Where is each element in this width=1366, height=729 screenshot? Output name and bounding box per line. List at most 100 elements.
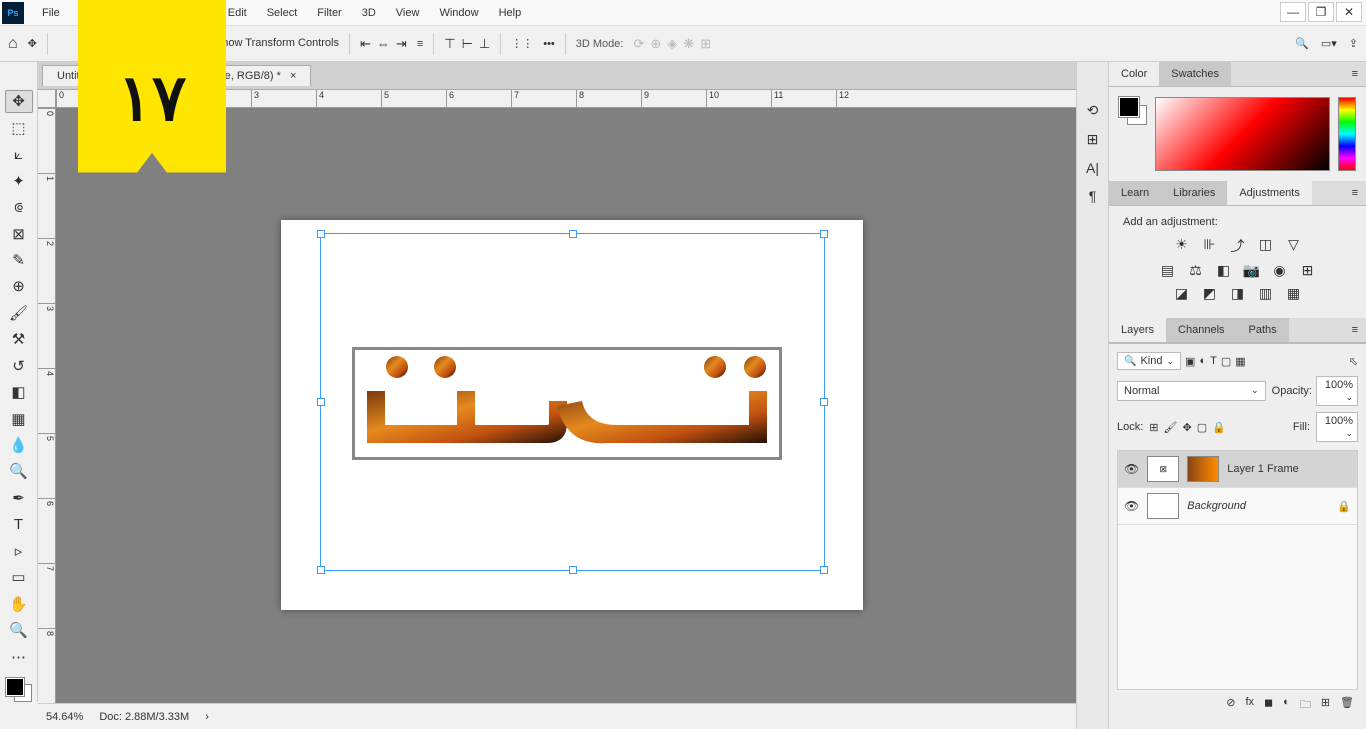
- canvas-area[interactable]: 0123456789101112 012345678: [38, 90, 1076, 703]
- transform-handle[interactable]: [317, 566, 325, 574]
- new-layer-icon[interactable]: ⊞: [1321, 696, 1330, 715]
- layer-name[interactable]: Background: [1187, 500, 1246, 512]
- align-right-icon[interactable]: ⇥: [396, 36, 407, 52]
- gradient-map-icon[interactable]: ▥: [1257, 285, 1275, 302]
- lock-artboard-icon[interactable]: ▢: [1197, 421, 1207, 434]
- foreground-background-colors[interactable]: [1119, 97, 1147, 125]
- filter-shape-icon[interactable]: ▢: [1221, 355, 1231, 368]
- photo-filter-icon[interactable]: 📷: [1243, 262, 1261, 279]
- align-extra-icon[interactable]: ≡: [417, 38, 423, 50]
- paragraph-icon[interactable]: ¶: [1089, 188, 1097, 204]
- curves-icon[interactable]: ⤴: [1229, 236, 1247, 256]
- threed-icon-1[interactable]: ⟳: [633, 36, 644, 52]
- properties-icon[interactable]: ⊞: [1087, 131, 1099, 148]
- character-icon[interactable]: A|: [1086, 160, 1099, 176]
- marquee-tool[interactable]: ⬚: [5, 117, 33, 139]
- lock-icon[interactable]: 🔒: [1337, 500, 1351, 513]
- threed-icon-5[interactable]: ⊞: [700, 36, 711, 52]
- filter-pixel-icon[interactable]: ▣: [1185, 355, 1195, 368]
- threed-icon-2[interactable]: ⊕: [650, 36, 661, 52]
- heal-tool[interactable]: ⊕: [5, 275, 33, 297]
- link-icon[interactable]: ⊘: [1226, 696, 1235, 715]
- balance-icon[interactable]: ⚖: [1187, 262, 1205, 279]
- doc-info[interactable]: Doc: 2.88M/3.33M: [99, 711, 189, 723]
- history-icon[interactable]: ⟲: [1087, 102, 1099, 119]
- crop-tool[interactable]: ⟃: [5, 196, 33, 218]
- mixer-icon[interactable]: ◉: [1271, 262, 1289, 279]
- path-tool[interactable]: ▹: [5, 540, 33, 562]
- transform-handle[interactable]: [820, 230, 828, 238]
- transform-bounding-box[interactable]: [320, 233, 825, 571]
- doc-menu-caret[interactable]: ›: [205, 711, 209, 723]
- align-middle-icon[interactable]: ⊢: [462, 36, 473, 52]
- move-tool[interactable]: ✥: [5, 90, 33, 113]
- brightness-icon[interactable]: ☀: [1173, 236, 1191, 256]
- tab-swatches[interactable]: Swatches: [1159, 62, 1231, 86]
- filter-type-icon[interactable]: T: [1210, 355, 1217, 367]
- panel-menu-icon[interactable]: ≡: [1344, 181, 1366, 205]
- lasso-tool[interactable]: ⟀: [5, 143, 33, 165]
- zoom-tool[interactable]: 🔍: [5, 619, 33, 641]
- hand-tool[interactable]: ✋: [5, 592, 33, 614]
- window-close[interactable]: ✕: [1336, 2, 1362, 22]
- threshold-icon[interactable]: ◨: [1229, 285, 1247, 302]
- tab-channels[interactable]: Channels: [1166, 318, 1236, 342]
- lookup-icon[interactable]: ⊞: [1299, 262, 1317, 279]
- search-icon[interactable]: 🔍: [1295, 37, 1309, 50]
- brush-tool[interactable]: 🖌: [5, 302, 33, 324]
- group-icon[interactable]: 🗀: [1300, 696, 1311, 715]
- tab-color[interactable]: Color: [1109, 62, 1159, 86]
- filter-adj-icon[interactable]: ◐: [1199, 355, 1206, 367]
- panel-menu-icon[interactable]: ≡: [1344, 318, 1366, 342]
- menu-file[interactable]: File: [32, 7, 70, 19]
- menu-filter[interactable]: Filter: [307, 7, 351, 19]
- dodge-tool[interactable]: 🔍: [5, 460, 33, 482]
- eraser-tool[interactable]: ◧: [5, 381, 33, 403]
- visibility-icon[interactable]: 👁: [1124, 462, 1139, 476]
- stamp-tool[interactable]: ⚒: [5, 328, 33, 350]
- frame-tool[interactable]: ⊠: [5, 222, 33, 244]
- layer-item[interactable]: 👁 Background 🔒: [1118, 488, 1357, 525]
- selective-icon[interactable]: ▦: [1285, 285, 1303, 302]
- blend-mode-select[interactable]: Normal⌄: [1117, 381, 1266, 401]
- transform-handle[interactable]: [317, 230, 325, 238]
- menu-select[interactable]: Select: [257, 7, 308, 19]
- panel-menu-icon[interactable]: ≡: [1344, 62, 1366, 86]
- posterize-icon[interactable]: ◩: [1201, 285, 1219, 302]
- fx-icon[interactable]: fx: [1245, 696, 1254, 715]
- lock-transparency-icon[interactable]: ⊞: [1149, 421, 1158, 434]
- wand-tool[interactable]: ✦: [5, 169, 33, 191]
- tab-adjustments[interactable]: Adjustments: [1227, 181, 1312, 205]
- window-maximize[interactable]: ❐: [1308, 2, 1334, 22]
- mask-icon[interactable]: ◼: [1264, 696, 1273, 715]
- hue-icon[interactable]: ▤: [1159, 262, 1177, 279]
- hue-slider[interactable]: [1338, 97, 1356, 171]
- shape-tool[interactable]: ▭: [5, 566, 33, 588]
- filter-kind-select[interactable]: 🔍 Kind ⌄: [1117, 352, 1181, 370]
- transform-handle[interactable]: [820, 566, 828, 574]
- tab-learn[interactable]: Learn: [1109, 181, 1161, 205]
- bw-icon[interactable]: ◧: [1215, 262, 1233, 279]
- menu-view[interactable]: View: [386, 7, 430, 19]
- fill-input[interactable]: 100% ⌄: [1316, 412, 1358, 442]
- transform-handle[interactable]: [569, 566, 577, 574]
- transform-handle[interactable]: [820, 398, 828, 406]
- blur-tool[interactable]: 💧: [5, 434, 33, 456]
- close-tab-icon[interactable]: ×: [290, 70, 296, 82]
- align-bottom-icon[interactable]: ⊥: [479, 36, 490, 52]
- gradient-tool[interactable]: ▦: [5, 407, 33, 429]
- workspace-icon[interactable]: ▭▾: [1321, 37, 1337, 50]
- visibility-icon[interactable]: 👁: [1124, 499, 1139, 513]
- threed-icon-3[interactable]: ◈: [667, 36, 677, 52]
- align-center-icon[interactable]: ⇔: [377, 36, 390, 52]
- filter-smart-icon[interactable]: ▦: [1235, 355, 1245, 368]
- align-top-icon[interactable]: ⊤: [444, 36, 455, 52]
- share-icon[interactable]: ⇪: [1349, 37, 1358, 50]
- menu-help[interactable]: Help: [489, 7, 532, 19]
- home-icon[interactable]: ⌂: [8, 35, 18, 53]
- threed-icon-4[interactable]: ❋: [683, 36, 694, 52]
- color-picker[interactable]: [1155, 97, 1330, 171]
- invert-icon[interactable]: ◪: [1173, 285, 1191, 302]
- opacity-input[interactable]: 100% ⌄: [1316, 376, 1358, 406]
- zoom-level[interactable]: 54.64%: [46, 711, 83, 723]
